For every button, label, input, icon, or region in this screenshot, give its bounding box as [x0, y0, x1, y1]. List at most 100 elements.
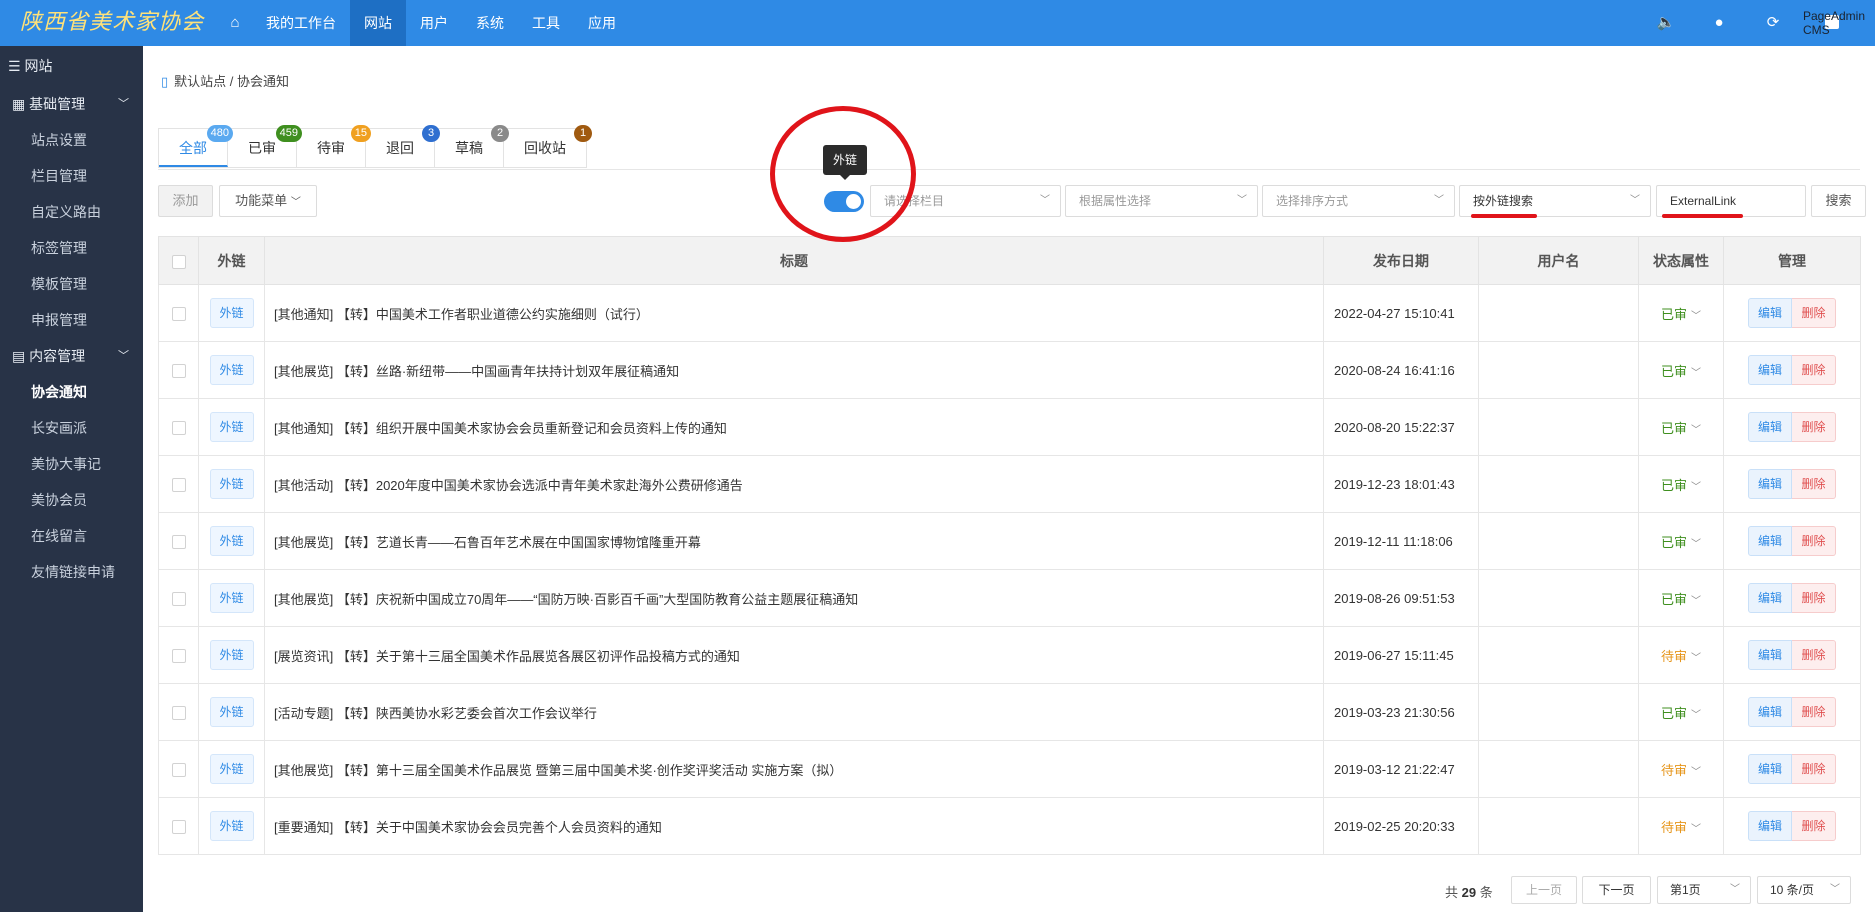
row-checkbox[interactable] [171, 591, 186, 606]
site-logo[interactable]: 陕西省美术家协会 [20, 6, 203, 40]
row-checkbox[interactable] [171, 477, 186, 492]
tab-all[interactable]: 全部 480 [159, 125, 233, 167]
tab-returned[interactable]: 退回 3 [366, 125, 440, 167]
edit-button[interactable]: 编辑 [1748, 697, 1792, 727]
external-link-tag[interactable]: 外链 [209, 583, 254, 613]
row-select-cell[interactable] [158, 683, 199, 741]
edit-button[interactable]: 编辑 [1748, 640, 1792, 670]
sidebar-group-content[interactable]: ▤ 内容管理 ﹀ [0, 338, 143, 374]
delete-button[interactable]: 删除 [1792, 526, 1836, 556]
nav-system[interactable]: 系统 [462, 0, 518, 46]
nav-tools[interactable]: 工具 [518, 0, 574, 46]
row-select-cell[interactable] [158, 455, 199, 513]
tab-approved[interactable]: 已审 459 [228, 125, 302, 167]
row-select-cell[interactable] [158, 512, 199, 570]
row-checkbox[interactable] [171, 648, 186, 663]
delete-button[interactable]: 删除 [1792, 640, 1836, 670]
edit-button[interactable]: 编辑 [1748, 583, 1792, 613]
tab-recycle-bin[interactable]: 回收站 1 [504, 125, 592, 167]
edit-button[interactable]: 编辑 [1748, 412, 1792, 442]
select-all-cell[interactable] [158, 236, 199, 285]
attribute-select[interactable]: 根据属性选择 ﹀ [1065, 185, 1258, 217]
delete-button[interactable]: 删除 [1792, 754, 1836, 784]
sort-select[interactable]: 选择排序方式 ﹀ [1262, 185, 1455, 217]
select-all-checkbox[interactable] [171, 254, 186, 269]
refresh-icon[interactable]: ⟳ [1758, 0, 1788, 46]
keyword-input[interactable]: ExternalLink [1656, 185, 1806, 217]
article-title-link[interactable]: [其他展览] 【转】艺道长青——石鲁百年艺术展在中国国家博物馆隆重开幕 [274, 535, 701, 550]
sidebar-item-tags[interactable]: 标签管理 [0, 230, 143, 266]
status-dropdown[interactable]: 已审 ﹀ [1661, 421, 1701, 436]
sidebar-item-site-settings[interactable]: 站点设置 [0, 122, 143, 158]
nav-website[interactable]: 网站 [350, 0, 406, 46]
sidebar-header[interactable]: ☰ 网站 [0, 46, 143, 86]
row-select-cell[interactable] [158, 569, 199, 627]
edit-button[interactable]: 编辑 [1748, 298, 1792, 328]
status-dropdown[interactable]: 已审 ﹀ [1661, 478, 1701, 493]
sidebar-group-basic[interactable]: ▦ 基础管理 ﹀ [0, 86, 143, 122]
row-select-cell[interactable] [158, 626, 199, 684]
row-select-cell[interactable] [158, 740, 199, 798]
external-link-tag[interactable]: 外链 [209, 754, 254, 784]
sidebar-item-notices[interactable]: 协会通知 [0, 374, 143, 410]
search-button[interactable]: 搜索 [1811, 185, 1866, 217]
speaker-icon[interactable]: 🔈 [1651, 0, 1681, 46]
row-select-cell[interactable] [158, 284, 199, 342]
article-title-link[interactable]: [其他展览] 【转】丝路·新纽带——中国画青年扶持计划双年展征稿通知 [274, 364, 679, 379]
delete-button[interactable]: 删除 [1792, 469, 1836, 499]
delete-button[interactable]: 删除 [1792, 355, 1836, 385]
sidebar-item-friend-links[interactable]: 友情链接申请 [0, 554, 143, 590]
tab-pending[interactable]: 待审 15 [297, 125, 371, 167]
page-select[interactable]: 第1页 ﹀ [1657, 876, 1751, 904]
sidebar-item-members[interactable]: 美协会员 [0, 482, 143, 518]
add-button[interactable]: 添加 [158, 185, 213, 217]
delete-button[interactable]: 删除 [1792, 298, 1836, 328]
search-field-select[interactable]: 按外链搜索 ﹀ [1459, 185, 1651, 217]
sidebar-item-events[interactable]: 美协大事记 [0, 446, 143, 482]
globe-icon[interactable]: ● [1704, 0, 1734, 46]
status-dropdown[interactable]: 已审 ﹀ [1661, 592, 1701, 607]
page-size-select[interactable]: 10 条/页 ﹀ [1757, 876, 1851, 904]
nav-workbench[interactable]: 我的工作台 [252, 0, 350, 46]
article-title-link[interactable]: [其他展览] 【转】庆祝新中国成立70周年——“国防万映·百影百千画”大型国防教… [274, 592, 858, 607]
status-dropdown[interactable]: 已审 ﹀ [1661, 307, 1701, 322]
edit-button[interactable]: 编辑 [1748, 526, 1792, 556]
status-dropdown[interactable]: 待审 ﹀ [1661, 820, 1701, 835]
status-dropdown[interactable]: 已审 ﹀ [1661, 364, 1701, 379]
row-checkbox[interactable] [171, 762, 186, 777]
status-dropdown[interactable]: 已审 ﹀ [1661, 706, 1701, 721]
article-title-link[interactable]: [展览资讯] 【转】关于第十三届全国美术作品展览各展区初评作品投稿方式的通知 [274, 649, 740, 664]
status-dropdown[interactable]: 待审 ﹀ [1661, 649, 1701, 664]
edit-button[interactable]: 编辑 [1748, 811, 1792, 841]
tab-drafts[interactable]: 草稿 2 [435, 125, 509, 167]
delete-button[interactable]: 删除 [1792, 412, 1836, 442]
delete-button[interactable]: 删除 [1792, 583, 1836, 613]
status-dropdown[interactable]: 已审 ﹀ [1661, 535, 1701, 550]
edit-button[interactable]: 编辑 [1748, 754, 1792, 784]
external-link-tag[interactable]: 外链 [209, 298, 254, 328]
nav-users[interactable]: 用户 [406, 0, 462, 46]
sidebar-item-messages[interactable]: 在线留言 [0, 518, 143, 554]
status-dropdown[interactable]: 待审 ﹀ [1661, 763, 1701, 778]
article-title-link[interactable]: [其他通知] 【转】组织开展中国美术家协会会员重新登记和会员资料上传的通知 [274, 421, 727, 436]
sidebar-item-routes[interactable]: 自定义路由 [0, 194, 143, 230]
external-link-tag[interactable]: 外链 [209, 640, 254, 670]
external-link-tag[interactable]: 外链 [209, 811, 254, 841]
function-menu-button[interactable]: 功能菜单 ﹀ [219, 185, 317, 217]
home-icon[interactable]: ⌂ [218, 0, 252, 46]
article-title-link[interactable]: [其他展览] 【转】第十三届全国美术作品展览 暨第三届中国美术奖·创作奖评奖活动… [274, 763, 842, 778]
external-link-tag[interactable]: 外链 [209, 526, 254, 556]
edit-button[interactable]: 编辑 [1748, 355, 1792, 385]
article-title-link[interactable]: [活动专题] 【转】陕西美协水彩艺委会首次工作会议举行 [274, 706, 597, 721]
prev-page-button[interactable]: 上一页 [1511, 876, 1577, 904]
row-checkbox[interactable] [171, 819, 186, 834]
edit-button[interactable]: 编辑 [1748, 469, 1792, 499]
article-title-link[interactable]: [重要通知] 【转】关于中国美术家协会会员完善个人会员资料的通知 [274, 820, 662, 835]
sidebar-item-declarations[interactable]: 申报管理 [0, 302, 143, 338]
delete-button[interactable]: 删除 [1792, 811, 1836, 841]
external-link-tag[interactable]: 外链 [209, 469, 254, 499]
row-select-cell[interactable] [158, 341, 199, 399]
external-link-tag[interactable]: 外链 [209, 355, 254, 385]
article-title-link[interactable]: [其他活动] 【转】2020年度中国美术家协会选派中青年美术家赴海外公费研修通告 [274, 478, 743, 493]
next-page-button[interactable]: 下一页 [1582, 876, 1651, 904]
